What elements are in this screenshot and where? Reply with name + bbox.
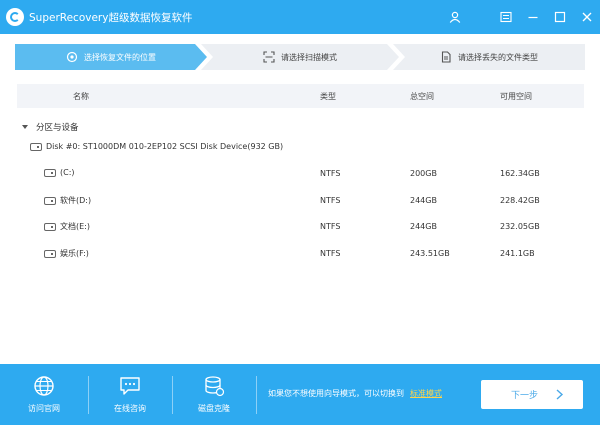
disk-row[interactable]: Disk #0: ST1000DM 010-2EP102 SCSI Disk D… bbox=[30, 142, 283, 151]
footer-divider bbox=[256, 376, 257, 414]
group-partitions-devices[interactable]: 分区与设备 bbox=[22, 121, 79, 133]
partition-total: 244GB bbox=[410, 196, 437, 205]
table-row[interactable]: 软件(D:) NTFS 244GB 228.42GB bbox=[17, 189, 584, 213]
app-title: SuperRecovery超级数据恢复软件 bbox=[29, 11, 193, 24]
partition-name: 文档(E:) bbox=[60, 222, 90, 231]
step-file-type[interactable]: 请选择丢失的文件类型 bbox=[393, 44, 585, 70]
partition-type: NTFS bbox=[320, 249, 341, 258]
partition-total: 244GB bbox=[410, 222, 437, 231]
partition-type: NTFS bbox=[320, 222, 341, 231]
minimize-icon[interactable] bbox=[519, 0, 546, 34]
disk-label: Disk #0: ST1000DM 010-2EP102 SCSI Disk D… bbox=[46, 142, 284, 151]
app-logo-icon bbox=[6, 8, 24, 26]
location-target-icon bbox=[66, 51, 78, 63]
partition-total: 243.51GB bbox=[410, 249, 450, 258]
next-button-label: 下一步 bbox=[511, 391, 539, 401]
header-total[interactable]: 总空间 bbox=[410, 91, 434, 102]
title-bar: SuperRecovery超级数据恢复软件 bbox=[0, 0, 600, 34]
globe-icon bbox=[34, 376, 54, 396]
online-consult-button[interactable]: 在线咨询 bbox=[89, 364, 171, 425]
step-scan-mode-label: 请选择扫描模式 bbox=[281, 52, 337, 62]
scan-frame-icon bbox=[263, 51, 275, 63]
user-icon[interactable] bbox=[441, 0, 468, 34]
online-consult-label: 在线咨询 bbox=[114, 404, 146, 413]
visit-website-label: 访问官网 bbox=[28, 404, 60, 413]
step-file-type-label: 请选择丢失的文件类型 bbox=[458, 52, 538, 62]
table-row[interactable]: 文档(E:) NTFS 244GB 232.05GB bbox=[17, 215, 584, 239]
close-icon[interactable] bbox=[573, 0, 600, 34]
table-row[interactable]: (C:) NTFS 200GB 162.34GB bbox=[17, 162, 584, 186]
standard-mode-link[interactable]: 标准模式 bbox=[410, 389, 442, 398]
table-header: 名称 类型 总空间 可用空间 bbox=[17, 84, 584, 108]
drive-icon bbox=[44, 168, 56, 177]
document-icon bbox=[440, 51, 452, 63]
step-location[interactable]: 选择恢复文件的位置 bbox=[15, 44, 207, 70]
partition-free: 241.1GB bbox=[500, 249, 535, 258]
partition-type: NTFS bbox=[320, 196, 341, 205]
header-type[interactable]: 类型 bbox=[320, 91, 336, 102]
mode-hint-text: 如果您不想使用向导模式，可以切换到 bbox=[268, 389, 404, 398]
partition-type: NTFS bbox=[320, 169, 341, 178]
table-row[interactable]: 娱乐(F:) NTFS 243.51GB 241.1GB bbox=[17, 242, 584, 266]
header-free[interactable]: 可用空间 bbox=[500, 91, 532, 102]
partition-free: 232.05GB bbox=[500, 222, 540, 231]
group-label: 分区与设备 bbox=[36, 123, 79, 133]
partition-name: 娱乐(F:) bbox=[60, 249, 89, 258]
next-button[interactable]: 下一步 bbox=[481, 380, 583, 409]
collapse-caret-icon[interactable] bbox=[22, 125, 28, 129]
chevron-right-icon bbox=[556, 389, 564, 400]
menu-icon[interactable] bbox=[492, 0, 519, 34]
step-scan-mode[interactable]: 请选择扫描模式 bbox=[201, 44, 399, 70]
chat-bubble-icon bbox=[120, 377, 140, 395]
maximize-icon[interactable] bbox=[546, 0, 573, 34]
partition-free: 228.42GB bbox=[500, 196, 540, 205]
footer-bar: 访问官网 在线咨询 磁盘克隆 如果您不想使用向导模式，可以切换到 标准模式 下一步 bbox=[0, 364, 600, 425]
visit-website-button[interactable]: 访问官网 bbox=[3, 364, 85, 425]
partition-total: 200GB bbox=[410, 169, 437, 178]
partition-name: (C:) bbox=[60, 168, 75, 177]
drive-icon bbox=[44, 249, 56, 258]
drive-icon bbox=[44, 196, 56, 205]
wizard-steps: 选择恢复文件的位置 请选择扫描模式 请选择丢失的文件类型 bbox=[15, 44, 585, 70]
drive-icon bbox=[44, 222, 56, 231]
partition-free: 162.34GB bbox=[500, 169, 540, 178]
disk-clone-label: 磁盘克隆 bbox=[198, 404, 230, 413]
mode-hint: 如果您不想使用向导模式，可以切换到 标准模式 bbox=[268, 388, 442, 399]
partition-name: 软件(D:) bbox=[60, 196, 92, 205]
database-icon bbox=[205, 376, 225, 397]
window-controls bbox=[441, 0, 600, 34]
hard-drive-icon bbox=[30, 142, 42, 151]
header-name[interactable]: 名称 bbox=[73, 91, 89, 102]
disk-clone-button[interactable]: 磁盘克隆 bbox=[173, 364, 255, 425]
step-location-label: 选择恢复文件的位置 bbox=[84, 52, 156, 62]
